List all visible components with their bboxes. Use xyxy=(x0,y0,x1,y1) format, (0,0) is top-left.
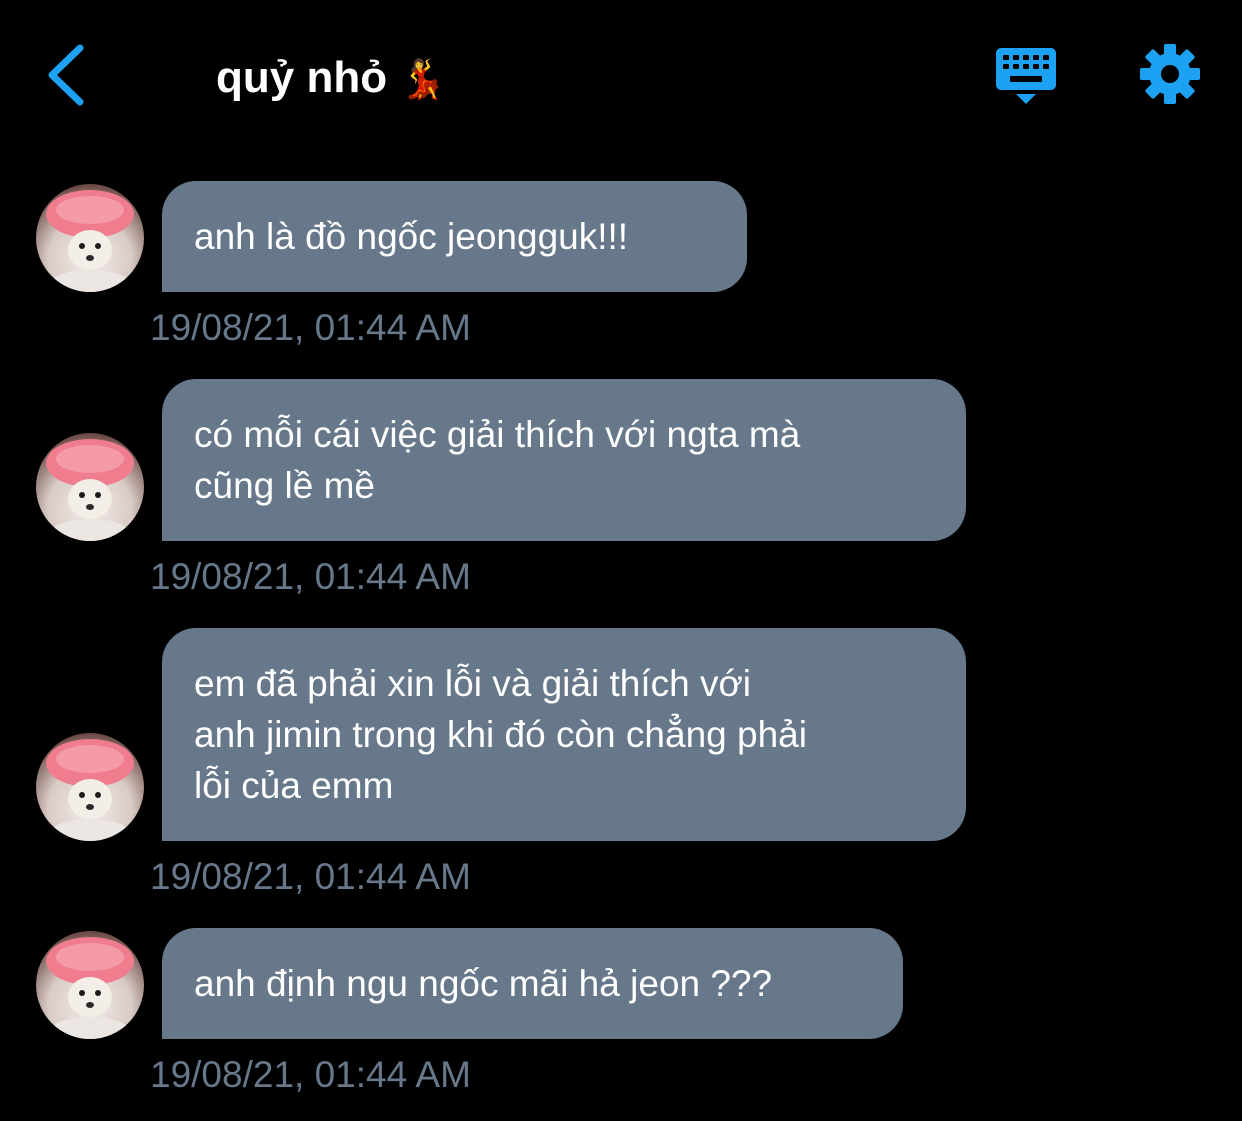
message-timestamp: 19/08/21, 01:44 AM xyxy=(150,556,471,597)
message-bubble[interactable]: anh là đồ ngốc jeongguk!!! xyxy=(162,181,747,292)
avatar[interactable] xyxy=(36,184,144,292)
message-text: anh định ngu ngốc mãi hả jeon ??? xyxy=(194,963,773,1004)
message-bubble[interactable]: anh định ngu ngốc mãi hả jeon ??? xyxy=(162,928,903,1039)
avatar-dog-image xyxy=(46,439,134,541)
message-timestamp: 19/08/21, 01:44 AM xyxy=(150,307,471,348)
message-text: em đã phải xin lỗi và giải thích với anh… xyxy=(194,663,807,806)
avatar[interactable] xyxy=(36,433,144,541)
avatar-dog-image xyxy=(46,937,134,1039)
message-bubble[interactable]: có mỗi cái việc giải thích với ngta mà c… xyxy=(162,379,966,541)
message-timestamp: 19/08/21, 01:44 AM xyxy=(150,1054,471,1095)
message-bubble[interactable]: em đã phải xin lỗi và giải thích với anh… xyxy=(162,628,966,841)
message-list: anh là đồ ngốc jeongguk!!! 19/08/21, 01:… xyxy=(0,0,1242,1121)
message-text: anh là đồ ngốc jeongguk!!! xyxy=(194,216,629,257)
avatar[interactable] xyxy=(36,931,144,1039)
message-timestamp: 19/08/21, 01:44 AM xyxy=(150,856,471,897)
avatar[interactable] xyxy=(36,733,144,841)
message-text: có mỗi cái việc giải thích với ngta mà c… xyxy=(194,414,801,506)
avatar-dog-image xyxy=(46,739,134,841)
avatar-dog-image xyxy=(46,190,134,292)
